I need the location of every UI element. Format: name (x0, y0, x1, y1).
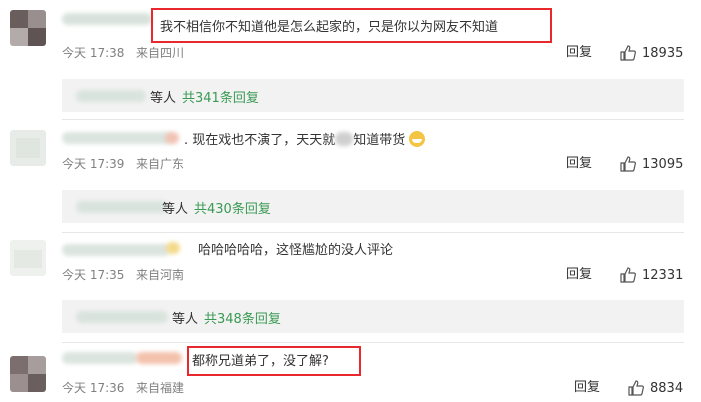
username-blurred[interactable] (62, 244, 170, 256)
comment-location: 来自广东 (136, 157, 185, 171)
comment-time: 今天 17:38 (62, 46, 125, 60)
censored-word (335, 132, 354, 146)
reply-button[interactable]: 回复 (566, 267, 592, 283)
laughing-tears-emoji-icon (409, 131, 426, 147)
like-button[interactable]: 12331 (620, 266, 683, 284)
like-button[interactable]: 13095 (620, 155, 683, 173)
comment-text-part-1: . 现在戏也不演了，天天就 (184, 133, 336, 148)
username-blurred[interactable] (62, 13, 152, 25)
sub-replies-count-link[interactable]: 共430条回复 (194, 198, 271, 217)
thumbs-up-icon (628, 380, 644, 396)
thumbs-up-icon (620, 156, 636, 172)
sub-replies-summary[interactable]: 等人 共430条回复 (62, 190, 684, 223)
comment-location: 来自河南 (136, 268, 185, 282)
comment-text: 哈哈哈哈哈，这怪尴尬的没人评论 (198, 243, 394, 258)
username-badge-blurred (136, 352, 182, 364)
like-button[interactable]: 18935 (620, 44, 683, 62)
comment-4: 都称兄道弟了，没了解? 今天 17:36 来自福建 回复 8834 (0, 342, 701, 402)
like-count: 12331 (642, 267, 684, 283)
username-badge-blurred (165, 132, 179, 144)
comment-2: . 现在戏也不演了，天天就 知道带货 今天 17:39 来自广东 回复 13095… (0, 120, 701, 240)
reply-button[interactable]: 回复 (566, 45, 592, 61)
like-button[interactable]: 8834 (628, 379, 683, 397)
username-badge-blurred (166, 242, 180, 254)
avatar[interactable] (10, 10, 46, 46)
sub-replies-suffix: 等人 (150, 91, 177, 106)
avatar[interactable] (10, 240, 46, 276)
like-count: 18935 (642, 45, 684, 61)
reply-button[interactable]: 回复 (574, 380, 600, 396)
thumbs-up-icon (620, 267, 636, 283)
sub-replies-summary[interactable]: 等人 共341条回复 (62, 79, 684, 112)
reply-button[interactable]: 回复 (566, 156, 592, 172)
comment-location: 来自福建 (136, 381, 185, 395)
highlight-box (187, 346, 361, 376)
sub-reply-users-blurred (76, 311, 168, 323)
comment-text-part-2: 知道带货 (353, 133, 406, 148)
comment-1: 我不相信你不知道他是怎么起家的，只是你以为网友不知道 今天 17:38 来自四川… (0, 0, 701, 120)
comment-3: 哈哈哈哈哈，这怪尴尬的没人评论 今天 17:35 来自河南 回复 12331 等… (0, 232, 701, 344)
avatar[interactable] (10, 130, 46, 166)
sub-reply-users-blurred (76, 201, 168, 213)
sub-replies-count-link[interactable]: 共341条回复 (182, 87, 259, 106)
sub-replies-count-link[interactable]: 共348条回复 (204, 308, 281, 327)
comment-time: 今天 17:35 (62, 268, 125, 282)
comment-time: 今天 17:36 (62, 381, 125, 395)
sub-replies-summary[interactable]: 等人 共348条回复 (62, 300, 684, 333)
sub-reply-users-blurred (76, 90, 146, 102)
sub-replies-suffix: 等人 (172, 312, 199, 327)
username-blurred[interactable] (62, 352, 138, 364)
username-blurred[interactable] (62, 132, 172, 144)
sub-replies-suffix: 等人 (162, 202, 189, 217)
comment-text: . 现在戏也不演了，天天就 知道带货 (184, 131, 426, 150)
comment-time: 今天 17:39 (62, 157, 125, 171)
comment-location: 来自四川 (136, 46, 185, 60)
like-count: 8834 (650, 380, 684, 396)
thumbs-up-icon (620, 45, 636, 61)
highlight-box (151, 8, 552, 43)
avatar[interactable] (10, 356, 46, 392)
like-count: 13095 (642, 156, 684, 172)
